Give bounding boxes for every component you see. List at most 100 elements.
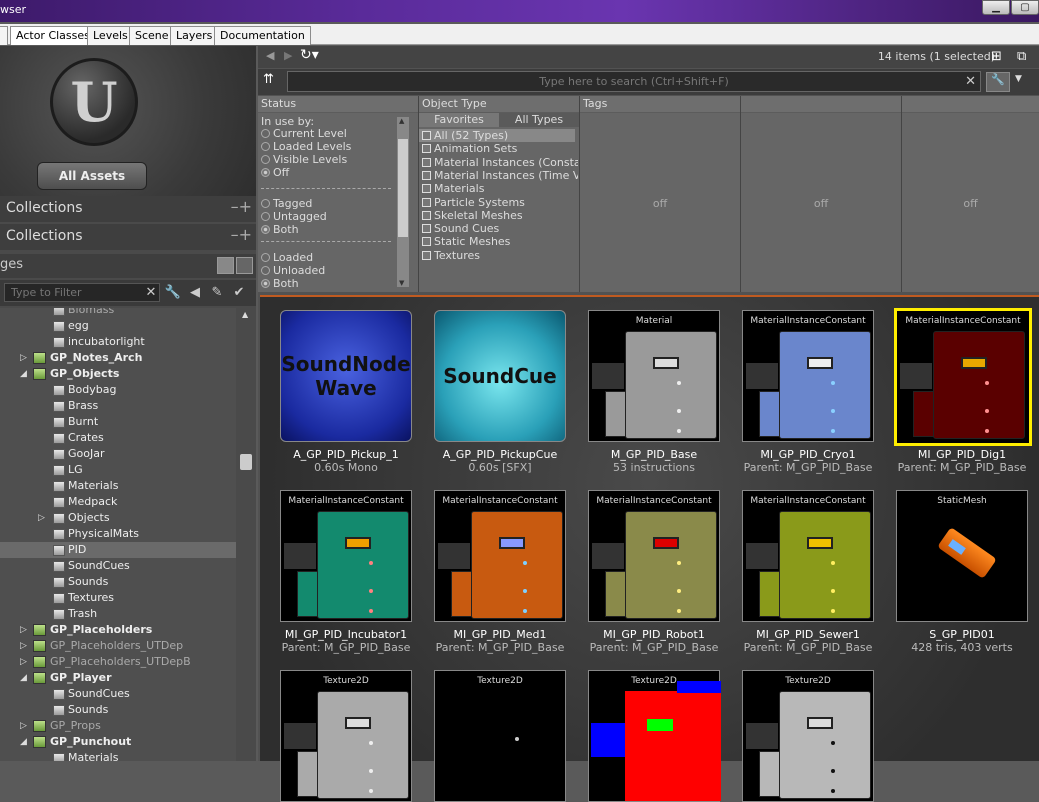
asset-grid[interactable]: SoundNode Wave A_GP_PID_Pickup_1 0.60s Mon…: [260, 295, 1039, 802]
type-checkbox[interactable]: Textures: [422, 249, 578, 262]
tree-item[interactable]: ◢ GP_Player: [0, 670, 236, 686]
refresh-icon[interactable]: ↻▾: [300, 47, 319, 63]
tree-item[interactable]: ▷ GP_Placeholders_UTDepB: [0, 654, 236, 670]
tree-item[interactable]: LG: [0, 462, 236, 478]
asset-thumbnail[interactable]: SoundCue: [434, 310, 566, 442]
asset-thumbnail[interactable]: Texture2D: [742, 670, 874, 802]
tree-item[interactable]: PhysicalMats: [0, 526, 236, 542]
tree-item[interactable]: ▷ GP_Notes_Arch: [0, 350, 236, 366]
tab-browser[interactable]: [0, 26, 8, 45]
status-radio[interactable]: Current Level: [261, 127, 347, 140]
list-view-icon[interactable]: [236, 257, 253, 274]
type-checkbox[interactable]: Sound Cues: [422, 222, 578, 235]
tree-item[interactable]: SoundCues: [0, 686, 236, 702]
maximize-button[interactable]: ▢: [1011, 0, 1039, 15]
collapsed-arrow-icon[interactable]: ▷: [20, 638, 30, 654]
chevron-down-icon[interactable]: ▼: [1015, 74, 1022, 84]
back-icon[interactable]: ◀: [266, 49, 274, 62]
tree-item[interactable]: ◢ GP_Punchout: [0, 734, 236, 750]
edit-icon[interactable]: ✎: [208, 284, 226, 302]
tree-item[interactable]: GooJar: [0, 446, 236, 462]
tab-scene[interactable]: Scene: [129, 26, 175, 45]
status-radio[interactable]: Both: [261, 277, 299, 290]
type-checkbox[interactable]: Materials: [422, 182, 578, 195]
tab-actor-classes[interactable]: Actor Classes: [10, 26, 96, 45]
tree-scrollbar[interactable]: ▲: [238, 308, 256, 761]
collapsed-arrow-icon[interactable]: ▷: [38, 510, 48, 526]
status-radio[interactable]: Both: [261, 223, 299, 236]
type-checkbox[interactable]: Static Meshes: [422, 235, 578, 248]
asset-thumbnail[interactable]: Texture2D: [588, 670, 721, 802]
tab-documentation[interactable]: Documentation: [214, 26, 311, 45]
tab-all-types[interactable]: All Types: [499, 113, 579, 127]
asset-thumbnail[interactable]: MaterialInstanceConstant: [588, 490, 720, 622]
tree-item[interactable]: PID: [0, 542, 236, 558]
tree-item[interactable]: Burnt: [0, 414, 236, 430]
asset-thumbnail[interactable]: StaticMesh: [896, 490, 1028, 622]
status-radio[interactable]: Untagged: [261, 210, 327, 223]
check-icon[interactable]: ✔: [230, 284, 248, 302]
asset-thumbnail[interactable]: SoundNode Wave: [280, 310, 412, 442]
forward-icon[interactable]: ▶: [284, 49, 292, 62]
status-scrollbar[interactable]: ▲ ▼: [397, 117, 409, 287]
status-radio[interactable]: Off: [261, 166, 289, 179]
private-collections-header[interactable]: Collections –+: [0, 224, 256, 250]
asset-thumbnail[interactable]: Texture2D: [434, 670, 566, 802]
scroll-thumb[interactable]: [240, 454, 252, 470]
asset-thumbnail[interactable]: MaterialInstanceConstant: [434, 490, 566, 622]
tab-layers[interactable]: Layers: [170, 26, 219, 45]
tree-item[interactable]: Trash: [0, 606, 236, 622]
status-radio[interactable]: Loaded: [261, 251, 313, 264]
scroll-up-icon[interactable]: ▲: [242, 310, 248, 319]
all-assets-button[interactable]: All Assets: [37, 162, 147, 190]
expanded-arrow-icon[interactable]: ◢: [20, 366, 30, 382]
expanded-arrow-icon[interactable]: ◢: [20, 734, 30, 750]
asset-search-input[interactable]: Type here to search (Ctrl+Shift+F) ✕: [287, 71, 981, 92]
tree-item[interactable]: Biomass: [0, 308, 236, 318]
collapsed-arrow-icon[interactable]: ▷: [20, 622, 30, 638]
tab-levels[interactable]: Levels: [87, 26, 134, 45]
new-asset-icon[interactable]: ⊞: [991, 49, 1002, 64]
tree-item[interactable]: Sounds: [0, 702, 236, 718]
package-filter-input[interactable]: [4, 283, 160, 302]
search-options-icon[interactable]: 🔧: [986, 72, 1010, 92]
tab-favorites[interactable]: Favorites: [419, 113, 499, 127]
collapse-filters-icon[interactable]: ⇈: [263, 72, 274, 87]
collapsed-arrow-icon[interactable]: ▷: [20, 654, 30, 670]
collapsed-arrow-icon[interactable]: ▷: [20, 718, 30, 734]
type-checkbox[interactable]: All (52 Types): [419, 129, 575, 142]
type-checkbox[interactable]: Material Instances (Constant): [422, 156, 578, 169]
tree-item[interactable]: incubatorlight: [0, 334, 236, 350]
search-options-icon[interactable]: 🔧: [164, 284, 182, 302]
asset-thumbnail[interactable]: Texture2D: [280, 670, 412, 802]
scroll-down-icon[interactable]: ▼: [399, 279, 404, 287]
tree-item[interactable]: ▷ GP_Props: [0, 718, 236, 734]
tree-item[interactable]: ▷ GP_Placeholders_UTDep: [0, 638, 236, 654]
type-checkbox[interactable]: Animation Sets: [422, 142, 578, 155]
status-radio[interactable]: Loaded Levels: [261, 140, 351, 153]
tree-item[interactable]: Medpack: [0, 494, 236, 510]
type-checkbox[interactable]: Material Instances (Time Vary: [422, 169, 578, 182]
tree-item[interactable]: Materials: [0, 750, 236, 761]
tree-item[interactable]: Brass: [0, 398, 236, 414]
tree-item[interactable]: Bodybag: [0, 382, 236, 398]
clear-filter-icon[interactable]: ✕: [142, 284, 160, 302]
tree-view-icon[interactable]: [217, 257, 234, 274]
popout-icon[interactable]: ⧉: [1017, 49, 1026, 64]
minimize-button[interactable]: ▁: [982, 0, 1010, 15]
shared-collections-header[interactable]: Collections –+: [0, 196, 256, 222]
status-radio[interactable]: Tagged: [261, 197, 312, 210]
add-collection-icon[interactable]: –+: [231, 197, 252, 216]
asset-thumbnail[interactable]: MaterialInstanceConstant: [894, 308, 1032, 446]
tree-item[interactable]: ▷ Objects: [0, 510, 236, 526]
tree-item[interactable]: egg: [0, 318, 236, 334]
tree-item[interactable]: Textures: [0, 590, 236, 606]
tree-item[interactable]: Crates: [0, 430, 236, 446]
tree-item[interactable]: ◢ GP_Objects: [0, 366, 236, 382]
asset-thumbnail[interactable]: MaterialInstanceConstant: [742, 490, 874, 622]
status-radio[interactable]: Visible Levels: [261, 153, 347, 166]
scroll-up-icon[interactable]: ▲: [399, 117, 404, 125]
tree-item[interactable]: ▷ GP_Placeholders: [0, 622, 236, 638]
collapsed-arrow-icon[interactable]: ▷: [20, 350, 30, 366]
add-collection-icon[interactable]: –+: [231, 225, 252, 244]
